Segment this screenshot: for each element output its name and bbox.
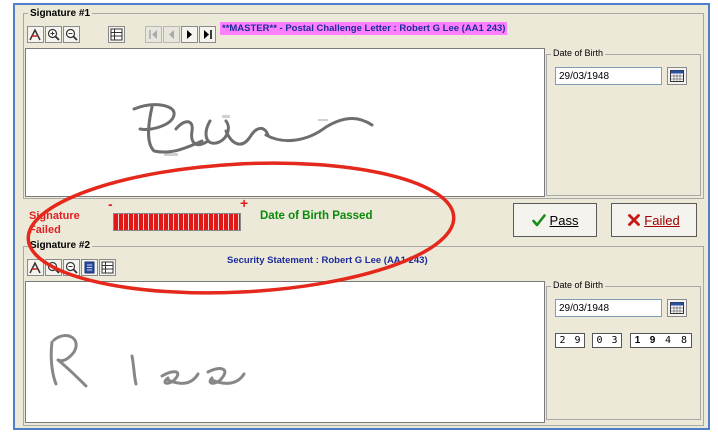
- signature2-zoom-in-button[interactable]: [45, 259, 62, 276]
- signature-status-text: Signature Failed: [29, 210, 80, 236]
- failed-button[interactable]: Failed: [611, 203, 697, 237]
- last-page-button[interactable]: [199, 26, 216, 43]
- signature1-document-title: **MASTER** - Postal Challenge Letter : R…: [220, 22, 508, 35]
- dob-digit: 0: [596, 335, 603, 346]
- zoom-out-icon: [65, 28, 78, 41]
- first-page-icon: [149, 30, 157, 39]
- failed-button-label: Failed: [644, 212, 680, 228]
- signature2-page-button[interactable]: [81, 259, 98, 276]
- next-page-button[interactable]: [181, 26, 198, 43]
- signature2-signature-tool-button[interactable]: [27, 259, 44, 276]
- signature2-document-title: Security Statement : Robert G Lee (AA1 2…: [227, 255, 428, 266]
- previous-page-icon: [169, 30, 174, 39]
- signature1-dob-label: Date of Birth: [551, 48, 606, 58]
- dob-digit: 9: [574, 335, 581, 346]
- signature2-image: [49, 334, 246, 388]
- grid-view-icon: [101, 261, 114, 274]
- dob-digit: 9: [649, 335, 656, 346]
- dob-digit: 1: [634, 335, 641, 346]
- last-page-icon: [204, 30, 212, 39]
- cross-icon: [628, 214, 641, 226]
- dob-digit-boxes: 2 9 0 3 1 9 4 8: [555, 333, 699, 348]
- dob-digit: 3: [611, 335, 618, 346]
- signature2-dob-field[interactable]: 29/03/1948: [555, 299, 662, 317]
- signature1-calendar-button[interactable]: [667, 67, 687, 85]
- signature2-grid-view-button[interactable]: [99, 259, 116, 276]
- zoom-out-icon: [65, 261, 78, 274]
- first-page-button[interactable]: [145, 26, 162, 43]
- signature-tool-icon: [29, 261, 41, 274]
- checkmark-icon: [531, 213, 546, 226]
- zoom-in-icon: [47, 28, 60, 41]
- calendar-icon: [670, 70, 684, 82]
- previous-page-button[interactable]: [163, 26, 180, 43]
- signature-tool-icon: [29, 28, 41, 41]
- dob-digit: 4: [664, 335, 672, 346]
- pass-button-label: Pass: [549, 212, 579, 228]
- dob-status-text: Date of Birth Passed: [260, 210, 373, 222]
- grid-view-button[interactable]: [108, 26, 125, 43]
- zoom-in-button[interactable]: [45, 26, 62, 43]
- signature2-zoom-out-button[interactable]: [63, 259, 80, 276]
- calendar-icon: [670, 302, 684, 314]
- page-icon: [84, 261, 95, 274]
- next-page-icon: [187, 30, 192, 39]
- signature-match-meter-fill: [114, 214, 240, 230]
- signature-tool-button[interactable]: [27, 26, 44, 43]
- grid-view-icon: [110, 28, 123, 41]
- signature-match-meter: [113, 213, 241, 231]
- dob-digit: 8: [680, 335, 688, 346]
- signature-verification-window: Signature #1 **MASTER** - Postal Challen…: [13, 3, 710, 430]
- zoom-in-icon: [47, 261, 60, 274]
- scale-minus-label: -: [108, 196, 113, 212]
- zoom-out-button[interactable]: [63, 26, 80, 43]
- signature1-image-area: [25, 48, 545, 197]
- pass-button[interactable]: Pass: [513, 203, 597, 237]
- signature2-calendar-button[interactable]: [667, 299, 687, 317]
- signature1-dob-field[interactable]: 29/03/1948: [555, 67, 662, 85]
- signature2-dob-label: Date of Birth: [551, 280, 606, 290]
- signature2-image-area: [25, 281, 545, 423]
- signature1-image: [132, 103, 374, 156]
- dob-digit: 2: [559, 335, 566, 346]
- scale-plus-label: +: [240, 195, 249, 211]
- signature1-group-label: Signature #1: [28, 8, 93, 19]
- signature2-group-label: Signature #2: [28, 240, 93, 251]
